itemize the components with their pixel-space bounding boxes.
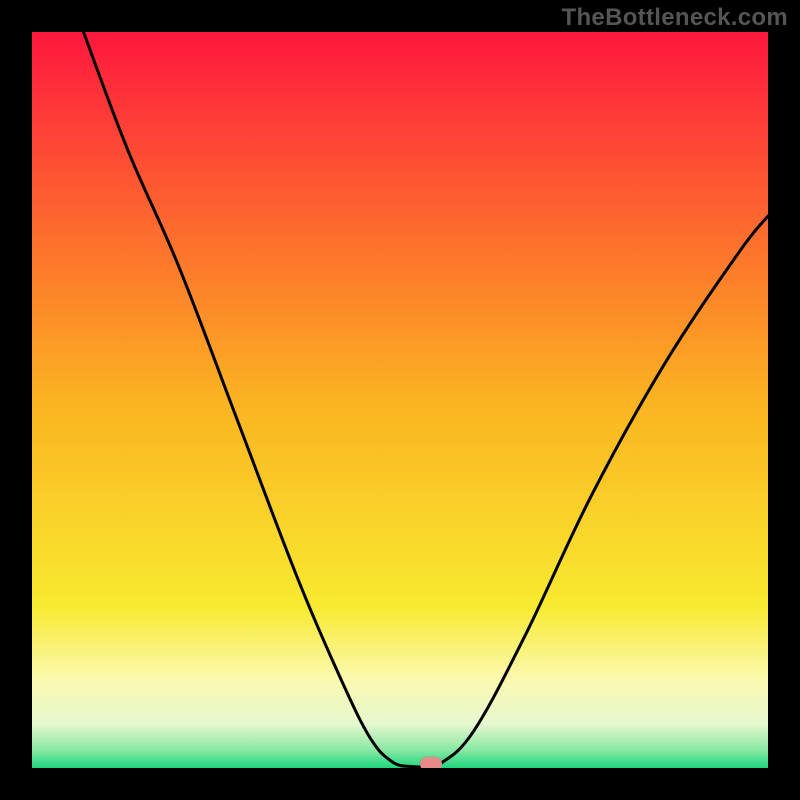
watermark-text: TheBottleneck.com: [562, 4, 788, 32]
gradient-background: [32, 32, 768, 768]
chart-frame: TheBottleneck.com: [0, 0, 800, 800]
chart-svg: [32, 32, 768, 768]
trough-marker: [420, 757, 442, 768]
plot-area: [32, 32, 768, 768]
